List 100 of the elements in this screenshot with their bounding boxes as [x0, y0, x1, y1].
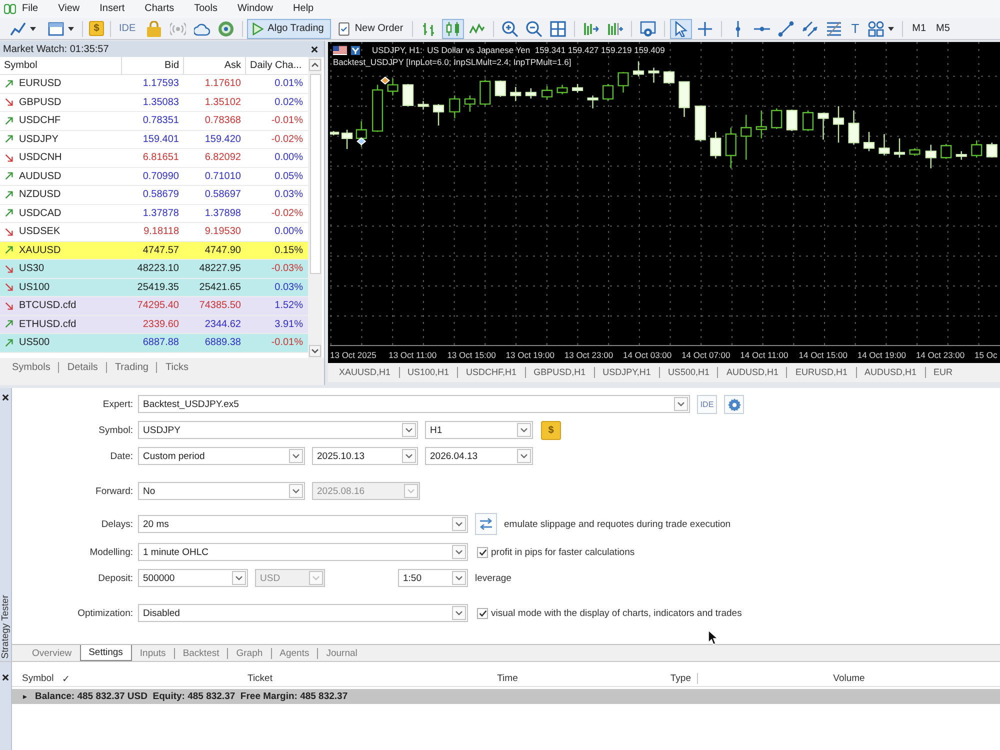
chart-tab[interactable]: US500,H1 [658, 367, 718, 378]
dropdown-field[interactable]: 500000 [138, 569, 248, 587]
quote-row[interactable]: BTCUSD.cfd 74295.40 74385.50 1.52% [0, 297, 308, 316]
menu-item[interactable]: Help [293, 2, 314, 16]
tester-tab[interactable]: Agents [270, 648, 318, 659]
chart-tab[interactable]: USDCHF,H1 [457, 367, 525, 378]
column-header[interactable]: Daily Cha... [246, 57, 308, 74]
dropdown-field[interactable]: Disabled [138, 604, 468, 622]
caret-icon[interactable] [888, 26, 894, 30]
stacked-lines-icon[interactable] [826, 20, 842, 36]
dropdown-field[interactable]: H1 [425, 421, 533, 439]
tester-tab[interactable]: Backtest [174, 648, 228, 659]
panel-tab[interactable]: Trading [106, 362, 156, 373]
column-header[interactable]: Symbol [12, 673, 62, 684]
quote-row[interactable]: US500 6887.88 6889.38 -0.01% [0, 334, 308, 352]
chart-tab[interactable]: AUDUSD,H1 [856, 367, 925, 378]
quote-row[interactable]: US100 25419.35 25421.65 0.03% [0, 278, 308, 297]
checkbox[interactable] [477, 546, 488, 558]
column-header[interactable]: Time [430, 673, 585, 684]
currency-button[interactable]: $ [89, 21, 104, 36]
dropdown-field[interactable]: Backtest_USDJPY.ex5 [138, 395, 690, 413]
chart-tab[interactable]: XAUUSD,H1 [331, 367, 399, 378]
settings-button[interactable] [724, 394, 744, 414]
column-header[interactable]: ✓ [62, 672, 90, 684]
shapes-icon[interactable] [868, 20, 884, 36]
column-header[interactable]: Ticket [90, 673, 430, 684]
tester-tab[interactable]: Journal [317, 648, 366, 659]
dropdown-field[interactable]: 1 minute OHLC [138, 543, 468, 561]
timeframe-button[interactable]: M1 [912, 23, 926, 34]
grid-icon[interactable] [550, 20, 566, 36]
dropdown-field[interactable]: 2025.10.13 [312, 447, 418, 465]
panel-tab[interactable]: Ticks [156, 362, 196, 373]
dropdown-field[interactable]: Custom period [138, 447, 305, 465]
chevron-down-icon[interactable] [402, 423, 416, 437]
dropdown-field[interactable]: 2026.04.13 [425, 447, 533, 465]
chevron-down-icon[interactable] [517, 449, 531, 463]
line-chart-icon[interactable] [10, 20, 26, 36]
chart-tab[interactable]: GBPUSD,H1 [524, 367, 594, 378]
chart-tab[interactable]: USDJPY,H1 [594, 367, 659, 378]
column-header[interactable]: Volume [698, 673, 1000, 684]
dropdown-field[interactable]: USDJPY [138, 421, 418, 439]
chart-tab[interactable]: AUDUSD,H1 [717, 367, 786, 378]
globe-icon[interactable] [218, 20, 234, 36]
chevron-down-icon[interactable] [289, 484, 303, 498]
scrollbar[interactable] [308, 57, 322, 358]
chevron-down-icon[interactable] [452, 545, 466, 559]
zoom-out-icon[interactable] [526, 20, 542, 36]
column-header[interactable]: Symbol [0, 57, 122, 74]
chevron-down-icon[interactable] [452, 517, 466, 531]
chart-shift-icon[interactable] [607, 20, 624, 36]
quote-row[interactable]: USDCAD 1.37878 1.37898 -0.02% [0, 204, 308, 223]
chevron-down-icon[interactable] [674, 397, 688, 411]
chart-type-button[interactable] [442, 18, 464, 38]
ide-button[interactable]: IDE [119, 23, 136, 34]
tester-tab[interactable]: Overview [24, 648, 80, 659]
chevron-down-icon[interactable] [517, 423, 531, 437]
trend-line-icon[interactable] [778, 20, 794, 36]
menu-item[interactable]: File [22, 2, 38, 16]
caret-icon[interactable] [30, 26, 36, 30]
menu-item[interactable]: Insert [100, 2, 125, 16]
close-icon[interactable] [311, 46, 318, 52]
column-header[interactable]: Ask [184, 57, 246, 74]
caret-icon[interactable] [68, 26, 74, 30]
column-header[interactable]: Bid [122, 57, 184, 74]
menu-item[interactable]: View [58, 2, 80, 16]
quote-row[interactable]: AUDUSD 0.70990 0.71010 0.05% [0, 168, 308, 186]
balance-row[interactable]: Balance: 485 832.37 USD Equity: 485 832.37 Free Margin: 485 832.37 [12, 689, 1000, 704]
menu-item[interactable]: Charts [144, 2, 174, 16]
chart-tab[interactable]: EUR [924, 367, 961, 378]
chevron-down-icon[interactable] [452, 571, 466, 585]
chart-tab[interactable]: EURUSD,H1 [786, 367, 856, 378]
new-order-button[interactable]: New Order [332, 18, 408, 38]
quote-row[interactable]: ETHUSD.cfd 2339.60 2344.62 3.91% [0, 316, 308, 334]
chart-window-icon[interactable] [48, 20, 64, 36]
menu-item[interactable]: Window [237, 2, 274, 16]
close-icon[interactable] [2, 394, 9, 401]
quote-row[interactable]: USDJPY 159.401 159.420 -0.02% [0, 130, 308, 149]
column-header[interactable]: Type [585, 673, 698, 684]
scrollbar-thumb[interactable] [310, 74, 320, 274]
parallel-lines-icon[interactable] [802, 20, 818, 36]
chevron-up-icon[interactable] [309, 59, 321, 71]
zoom-in-icon[interactable] [502, 20, 518, 36]
ide-button[interactable]: IDE [697, 394, 717, 414]
text-tool-button[interactable]: T [851, 21, 860, 36]
quote-row[interactable]: GBPUSD 1.35083 1.35102 0.02% [0, 94, 308, 112]
menu-item[interactable]: Tools [194, 2, 218, 16]
close-icon[interactable] [2, 674, 9, 681]
quote-row[interactable]: US30 48223.10 48227.95 -0.03% [0, 260, 308, 278]
tester-tab[interactable]: Settings [80, 645, 132, 661]
delay-settings-button[interactable] [475, 513, 497, 535]
chart-tab[interactable]: US100,H1 [398, 367, 458, 378]
currency-button[interactable]: $ [541, 420, 561, 440]
chevron-down-icon[interactable] [452, 606, 466, 620]
algo-trading-button[interactable]: Algo Trading [246, 18, 331, 38]
chevron-down-icon[interactable] [289, 449, 303, 463]
autoscroll-icon[interactable] [583, 20, 600, 36]
dropdown-field[interactable]: 1:50 [398, 569, 468, 587]
chevron-down-icon[interactable] [309, 345, 321, 357]
chevron-down-icon[interactable] [232, 571, 246, 585]
tester-tab[interactable]: Graph [227, 648, 271, 659]
